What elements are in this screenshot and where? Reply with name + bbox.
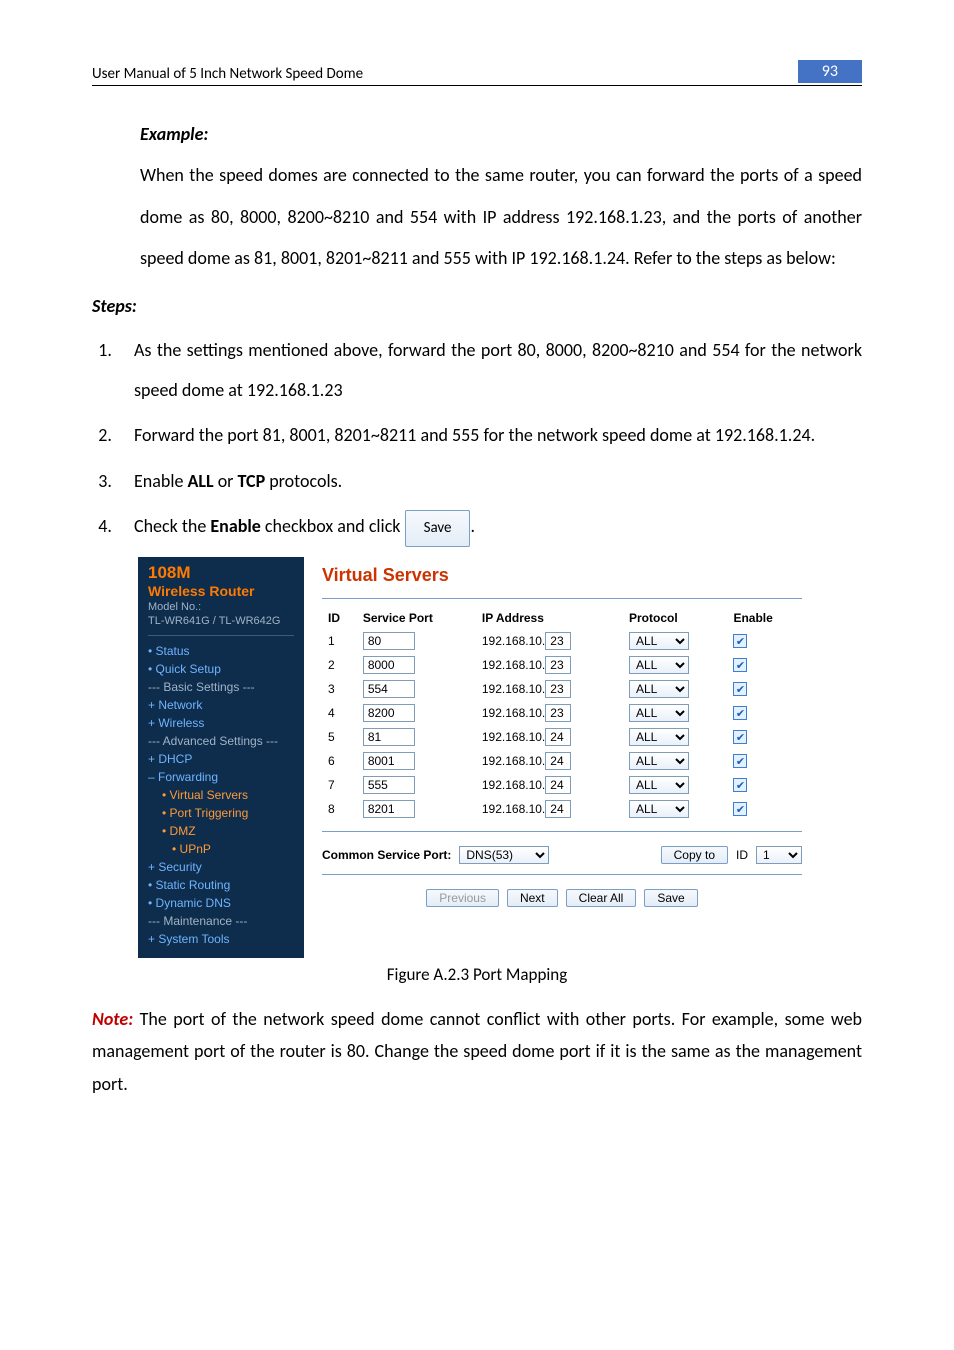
example-label: Example: xyxy=(140,114,862,155)
common-service-port-label: Common Service Port: xyxy=(322,848,451,862)
enable-checkbox[interactable]: ✔ xyxy=(733,658,747,672)
router-model: TL-WR641G / TL-WR642G xyxy=(148,615,294,627)
step-item: Check the Enable checkbox and click Save… xyxy=(116,507,862,547)
ip-octet-input[interactable] xyxy=(545,800,571,818)
save-button[interactable]: Save xyxy=(644,889,697,907)
enable-checkbox[interactable]: ✔ xyxy=(733,778,747,792)
steps-label: Steps: xyxy=(92,286,862,327)
copy-id-label: ID xyxy=(736,848,748,862)
col-protocol: Protocol xyxy=(623,607,727,629)
router-brand: 108M xyxy=(148,563,294,583)
ip-octet-input[interactable] xyxy=(545,728,571,746)
sidebar-section-basic: --- Basic Settings --- xyxy=(148,678,294,696)
table-row: 3192.168.10.ALL✔ xyxy=(322,677,802,701)
copy-id-select[interactable]: 1 xyxy=(756,846,802,864)
sidebar-section-advanced: --- Advanced Settings --- xyxy=(148,732,294,750)
copy-to-button[interactable]: Copy to xyxy=(661,846,728,864)
sidebar-item-status[interactable]: • Status xyxy=(148,642,294,660)
col-enable: Enable xyxy=(727,607,802,629)
sidebar-item-dynamic-dns[interactable]: • Dynamic DNS xyxy=(148,894,294,912)
table-row: 7192.168.10.ALL✔ xyxy=(322,773,802,797)
enable-checkbox[interactable]: ✔ xyxy=(733,682,747,696)
ip-octet-input[interactable] xyxy=(545,704,571,722)
protocol-select[interactable]: ALL xyxy=(629,656,689,674)
table-row: 8192.168.10.ALL✔ xyxy=(322,797,802,821)
col-id: ID xyxy=(322,607,357,629)
table-row: 5192.168.10.ALL✔ xyxy=(322,725,802,749)
sidebar-item-port-triggering[interactable]: • Port Triggering xyxy=(148,804,294,822)
table-row: 6192.168.10.ALL✔ xyxy=(322,749,802,773)
service-port-input[interactable] xyxy=(363,800,415,818)
note-text: The port of the network speed dome canno… xyxy=(92,1008,862,1095)
protocol-select[interactable]: ALL xyxy=(629,680,689,698)
service-port-input[interactable] xyxy=(363,728,415,746)
panel-title: Virtual Servers xyxy=(322,565,802,586)
service-port-input[interactable] xyxy=(363,656,415,674)
common-service-port-select[interactable]: DNS(53) xyxy=(459,846,549,864)
service-port-input[interactable] xyxy=(363,752,415,770)
clear-all-button[interactable]: Clear All xyxy=(566,889,637,907)
step-item: Enable ALL or TCP protocols. xyxy=(116,462,862,502)
sidebar-item-security[interactable]: + Security xyxy=(148,858,294,876)
sidebar-item-forwarding[interactable]: – Forwarding xyxy=(148,768,294,786)
router-brand-sub: Wireless Router xyxy=(148,583,294,599)
protocol-select[interactable]: ALL xyxy=(629,776,689,794)
step-item: Forward the port 81, 8001, 8201~8211 and… xyxy=(116,416,862,456)
sidebar-section-maintenance: --- Maintenance --- xyxy=(148,912,294,930)
page-number: 93 xyxy=(798,60,862,83)
ip-octet-input[interactable] xyxy=(545,632,571,650)
ip-octet-input[interactable] xyxy=(545,752,571,770)
example-text: When the speed domes are connected to th… xyxy=(140,155,862,279)
sidebar-item-virtual-servers[interactable]: • Virtual Servers xyxy=(148,786,294,804)
enable-checkbox[interactable]: ✔ xyxy=(733,754,747,768)
protocol-select[interactable]: ALL xyxy=(629,632,689,650)
virtual-servers-table: ID Service Port IP Address Protocol Enab… xyxy=(322,607,802,821)
sidebar-item-wireless[interactable]: + Wireless xyxy=(148,714,294,732)
table-row: 4192.168.10.ALL✔ xyxy=(322,701,802,725)
header-title: User Manual of 5 Inch Network Speed Dome xyxy=(92,65,363,83)
sidebar-item-network[interactable]: + Network xyxy=(148,696,294,714)
ip-octet-input[interactable] xyxy=(545,776,571,794)
ip-octet-input[interactable] xyxy=(545,656,571,674)
router-model-label: Model No.: xyxy=(148,601,294,613)
sidebar-item-upnp[interactable]: • UPnP xyxy=(148,840,294,858)
col-service-port: Service Port xyxy=(357,607,476,629)
note-label: Note: xyxy=(92,1008,133,1030)
enable-checkbox[interactable]: ✔ xyxy=(733,706,747,720)
save-button-inline[interactable]: Save xyxy=(405,510,471,547)
enable-checkbox[interactable]: ✔ xyxy=(733,802,747,816)
protocol-select[interactable]: ALL xyxy=(629,728,689,746)
router-sidebar: 108M Wireless Router Model No.: TL-WR641… xyxy=(138,557,304,958)
protocol-select[interactable]: ALL xyxy=(629,752,689,770)
router-screenshot: 108M Wireless Router Model No.: TL-WR641… xyxy=(138,557,816,958)
sidebar-item-static-routing[interactable]: • Static Routing xyxy=(148,876,294,894)
service-port-input[interactable] xyxy=(363,704,415,722)
protocol-select[interactable]: ALL xyxy=(629,800,689,818)
service-port-input[interactable] xyxy=(363,776,415,794)
ip-octet-input[interactable] xyxy=(545,680,571,698)
col-ip-address: IP Address xyxy=(476,607,623,629)
sidebar-item-dmz[interactable]: • DMZ xyxy=(148,822,294,840)
enable-checkbox[interactable]: ✔ xyxy=(733,730,747,744)
protocol-select[interactable]: ALL xyxy=(629,704,689,722)
table-row: 1192.168.10.ALL✔ xyxy=(322,629,802,653)
figure-caption: Figure A.2.3 Port Mapping xyxy=(92,964,862,985)
sidebar-item-system-tools[interactable]: + System Tools xyxy=(148,930,294,948)
step-item: As the settings mentioned above, forward… xyxy=(116,331,862,410)
service-port-input[interactable] xyxy=(363,680,415,698)
next-button[interactable]: Next xyxy=(507,889,558,907)
table-row: 2192.168.10.ALL✔ xyxy=(322,653,802,677)
sidebar-item-dhcp[interactable]: + DHCP xyxy=(148,750,294,768)
enable-checkbox[interactable]: ✔ xyxy=(733,634,747,648)
service-port-input[interactable] xyxy=(363,632,415,650)
previous-button[interactable]: Previous xyxy=(426,889,499,907)
sidebar-item-quick-setup[interactable]: • Quick Setup xyxy=(148,660,294,678)
